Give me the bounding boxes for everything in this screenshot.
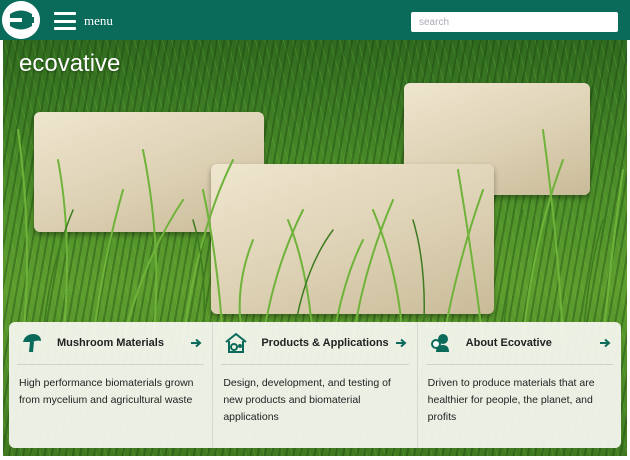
card-title: Mushroom Materials	[57, 337, 164, 349]
menu-button[interactable]: menu	[54, 11, 113, 31]
arrow-right-icon[interactable]	[190, 337, 202, 349]
search-input[interactable]	[411, 12, 618, 32]
card-header: Mushroom Materials	[17, 322, 205, 365]
card-header: Products & Applications	[221, 322, 409, 365]
card-header: About Ecovative	[425, 322, 613, 365]
hamburger-icon	[54, 12, 76, 30]
card-description: Design, development, and testing of new …	[223, 377, 391, 423]
menu-label: menu	[84, 13, 113, 28]
card-description: High performance biomaterials grown from…	[19, 377, 194, 406]
card-title: About Ecovative	[465, 337, 552, 349]
mushroom-icon	[19, 330, 45, 356]
brand-name: ecovative	[19, 50, 121, 77]
card-description: Driven to produce materials that are hea…	[427, 377, 595, 423]
card-mushroom-materials[interactable]: Mushroom Materials High performance biom…	[9, 322, 214, 448]
card-products-applications[interactable]: Products & Applications Design, developm…	[213, 322, 418, 448]
arrow-right-icon[interactable]	[599, 337, 611, 349]
card-title: Products & Applications	[261, 337, 389, 349]
person-gear-icon	[428, 330, 454, 356]
feature-cards: Mushroom Materials High performance biom…	[9, 322, 621, 448]
house-gear-icon	[223, 330, 249, 356]
card-about-ecovative[interactable]: About Ecovative Driven to produce materi…	[418, 322, 621, 448]
arrow-right-icon[interactable]	[395, 337, 407, 349]
top-navigation-bar: menu	[0, 0, 630, 40]
ecovative-logo[interactable]	[2, 1, 40, 39]
